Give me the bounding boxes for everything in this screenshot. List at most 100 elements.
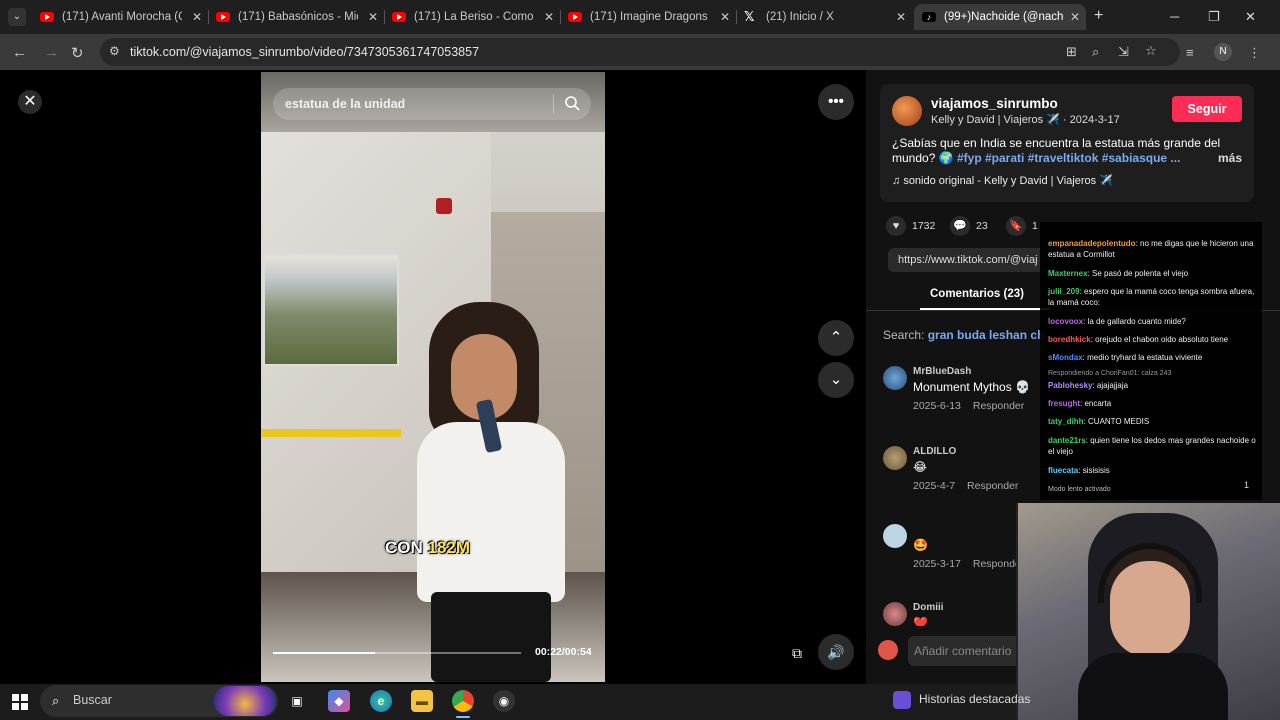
comment-username[interactable]: ALDILLO bbox=[913, 446, 956, 457]
translate-icon[interactable]: ⊞ bbox=[1066, 44, 1077, 60]
video-caption: CON 182M bbox=[385, 538, 470, 558]
avatar[interactable] bbox=[883, 524, 907, 548]
save-button[interactable]: 🔖 1 bbox=[1006, 216, 1038, 236]
more-options-button[interactable]: ••• bbox=[818, 84, 854, 120]
media-controls-icon[interactable]: ≡ bbox=[1186, 45, 1194, 60]
minimize-icon[interactable]: ─ bbox=[1170, 9, 1179, 24]
taskbar-widget[interactable]: Historias destacadas bbox=[893, 691, 1030, 709]
windows-start-icon[interactable] bbox=[12, 694, 28, 710]
follow-button[interactable]: Seguir bbox=[1172, 96, 1242, 122]
music-info[interactable]: ♫ sonido original - Kelly y David | Viaj… bbox=[892, 174, 1113, 187]
tab-label: (171) La Beriso - Como Ol bbox=[414, 11, 534, 23]
avatar[interactable] bbox=[883, 366, 907, 390]
window-close-icon[interactable]: ✕ bbox=[1245, 9, 1256, 25]
menu-icon[interactable]: ⋮ bbox=[1248, 45, 1261, 61]
previous-video-button[interactable]: ⌃ bbox=[818, 320, 854, 356]
chat-text: orejudo el chabon oido absoluto tiene bbox=[1095, 335, 1229, 344]
chrome-icon[interactable] bbox=[452, 690, 474, 712]
widget-label: Historias destacadas bbox=[919, 692, 1031, 707]
hashtags[interactable]: #fyp #parati #traveltiktok #sabiasque ..… bbox=[957, 151, 1180, 165]
copilot-icon[interactable]: ◆ bbox=[328, 690, 350, 712]
back-icon[interactable]: ← bbox=[12, 44, 27, 61]
video-search-box[interactable]: estatua de la unidad bbox=[273, 88, 591, 120]
youtube-icon bbox=[40, 12, 54, 22]
edge-icon[interactable]: e bbox=[370, 690, 392, 712]
tab-search-button[interactable]: ⌄ bbox=[8, 8, 26, 26]
new-tab-button[interactable]: + bbox=[1094, 7, 1103, 25]
chat-message: taty_dihh: CUANTO MEDIS bbox=[1048, 417, 1150, 426]
more-link[interactable]: más bbox=[1218, 151, 1242, 166]
file-explorer-icon[interactable]: ▬ bbox=[411, 690, 433, 712]
obs-icon[interactable]: ◉ bbox=[493, 690, 515, 712]
chat-username: boredhkick bbox=[1048, 335, 1091, 344]
tab-label: (171) Avanti Morocha (CAE bbox=[62, 11, 182, 23]
author-avatar[interactable] bbox=[892, 96, 922, 126]
site-info-icon[interactable]: ⚙ bbox=[109, 44, 120, 58]
profile-avatar[interactable]: N bbox=[1214, 43, 1232, 61]
pip-icon[interactable]: ⧉ bbox=[792, 645, 802, 662]
video-progress-bar[interactable] bbox=[273, 652, 521, 654]
video-time: 00:22/00:54 bbox=[535, 646, 592, 658]
avatar[interactable] bbox=[883, 602, 907, 626]
chat-username: sMondax bbox=[1048, 353, 1083, 362]
comment-text: ❤️ bbox=[913, 616, 928, 626]
video-player[interactable]: estatua de la unidad CON 182M 00:22/00:5… bbox=[261, 72, 605, 682]
next-video-button[interactable]: ⌄ bbox=[818, 362, 854, 398]
bookmark-star-icon[interactable]: ☆ bbox=[1145, 43, 1157, 59]
tab-label: (99+)Nachoide (@nachoid bbox=[944, 11, 1064, 23]
install-icon[interactable]: ⇲ bbox=[1118, 44, 1129, 60]
chat-message: fluecata: sisisisis bbox=[1048, 466, 1110, 475]
comment-text: 😂 bbox=[913, 460, 928, 474]
tab-youtube-2[interactable]: (171) Babasónicos - Micro ✕ bbox=[208, 4, 384, 30]
taskbar-search[interactable]: ⌕ Buscar bbox=[40, 685, 278, 717]
chat-counter: 1 bbox=[1244, 480, 1250, 490]
tab-youtube-4[interactable]: (171) Imagine Dragons - R ✕ bbox=[560, 4, 736, 30]
chat-text: Se pasó de polenta el viejo bbox=[1092, 269, 1189, 278]
restore-icon[interactable]: ❐ bbox=[1208, 9, 1220, 25]
tab-comments[interactable]: Comentarios (23) bbox=[930, 288, 1024, 300]
tab-label: (171) Imagine Dragons - R bbox=[590, 11, 710, 23]
chat-reply-note: Respondiendo a ChoriFan01: calza 243 bbox=[1048, 368, 1256, 379]
chat-username: fresught bbox=[1048, 399, 1080, 408]
close-icon[interactable]: ✕ bbox=[720, 10, 730, 24]
author-username[interactable]: viajamos_sinrumbo bbox=[931, 96, 1058, 111]
tab-youtube-3[interactable]: (171) La Beriso - Como Ol ✕ bbox=[384, 4, 560, 30]
post-date: 2024-3-17 bbox=[1069, 114, 1120, 126]
like-button[interactable]: ♥ 1732 bbox=[886, 216, 935, 236]
author-nickname-date: Kelly y David | Viajeros ✈️ · 2024-3-17 bbox=[931, 114, 1120, 126]
search-icon[interactable] bbox=[564, 95, 580, 116]
task-view-icon[interactable]: ▣ bbox=[286, 690, 308, 712]
comment-button[interactable]: 💬 23 bbox=[950, 216, 988, 236]
close-icon[interactable]: ✕ bbox=[368, 10, 378, 24]
search-term: gran buda leshan ch bbox=[927, 328, 1045, 342]
close-video-button[interactable]: ✕ bbox=[18, 90, 42, 114]
zoom-icon[interactable]: ⌕ bbox=[1092, 44, 1099, 60]
comment-username[interactable]: MrBlueDash bbox=[913, 366, 971, 377]
comment-meta: 2025-6-13 Responder bbox=[913, 400, 1024, 412]
address-bar[interactable]: ⚙ tiktok.com/@viajamos_sinrumbo/video/73… bbox=[100, 38, 1180, 66]
comment-icon: 💬 bbox=[950, 216, 970, 236]
video-scene-alarm bbox=[436, 198, 452, 214]
reply-button[interactable]: Responder bbox=[973, 400, 1024, 412]
reload-icon[interactable]: ↻ bbox=[71, 44, 84, 62]
close-icon[interactable]: ✕ bbox=[192, 10, 202, 24]
forward-icon[interactable]: → bbox=[44, 44, 59, 61]
tab-tiktok[interactable]: ♪ (99+)Nachoide (@nachoid ✕ bbox=[914, 4, 1086, 30]
avatar[interactable] bbox=[883, 446, 907, 470]
chat-message: locovoox: la de gallardo cuanto mide? bbox=[1048, 317, 1186, 326]
comment-username[interactable]: Domiii bbox=[913, 602, 944, 613]
chat-text: medio tryhard la estatua viviente bbox=[1087, 353, 1203, 362]
reply-button[interactable]: Responder bbox=[967, 480, 1018, 492]
close-icon[interactable]: ✕ bbox=[1070, 10, 1080, 24]
chat-username: taty_dihh bbox=[1048, 417, 1084, 426]
close-icon[interactable]: ✕ bbox=[896, 10, 906, 24]
tab-youtube-1[interactable]: (171) Avanti Morocha (CAE ✕ bbox=[32, 4, 208, 30]
tab-label: (21) Inicio / X bbox=[766, 11, 834, 23]
volume-button[interactable]: 🔊 bbox=[818, 634, 854, 670]
post-description: ¿Sabías que en India se encuentra la est… bbox=[892, 136, 1242, 166]
tab-bar: ⌄ (171) Avanti Morocha (CAE ✕ (171) Baba… bbox=[0, 0, 1280, 34]
tab-x[interactable]: 𝕏 (21) Inicio / X ✕ bbox=[736, 4, 912, 30]
x-icon: 𝕏 bbox=[744, 9, 755, 24]
search-suggestion[interactable]: Search: gran buda leshan ch bbox=[883, 328, 1044, 342]
close-icon[interactable]: ✕ bbox=[544, 10, 554, 24]
